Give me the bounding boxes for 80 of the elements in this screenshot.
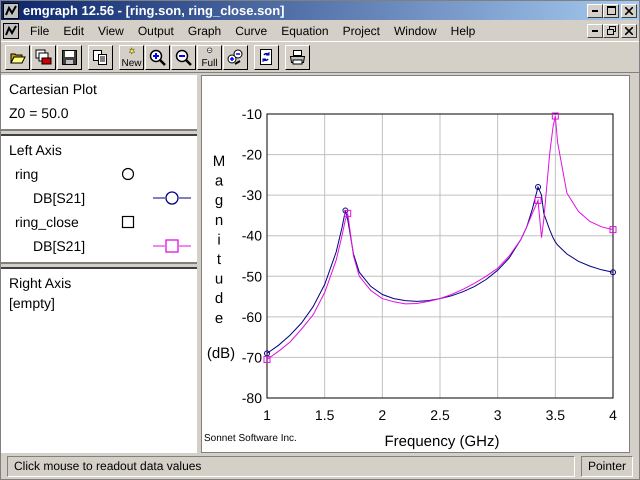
restore-button[interactable] — [603, 24, 619, 38]
restore-icon — [606, 26, 616, 35]
menu-item[interactable]: Output — [130, 24, 181, 38]
zoom-out-icon — [175, 48, 192, 66]
x-tick-label: 4 — [609, 407, 617, 423]
y-tick-label: -10 — [242, 106, 262, 122]
full-button[interactable]: Full — [197, 44, 222, 70]
y-tick-label: -80 — [242, 390, 262, 406]
document-icon — [3, 22, 19, 38]
x-tick-label: 1 — [263, 407, 271, 423]
square-marker-icon — [121, 215, 135, 229]
app-icon — [3, 2, 19, 18]
parameter-name[interactable]: DB[S21] — [33, 186, 86, 210]
menu-item[interactable]: Window — [386, 24, 444, 38]
axis-curve-list: [empty] — [9, 295, 193, 311]
minimize-icon — [592, 30, 598, 32]
close-icon — [625, 6, 633, 14]
zoom-both-button[interactable] — [223, 44, 248, 70]
y-tick-label: -40 — [242, 228, 262, 244]
x-tick-label: 3 — [494, 407, 502, 423]
axis-title: Left Axis — [9, 141, 63, 160]
menu-item[interactable]: Curve — [228, 24, 274, 38]
window-title: emgraph 12.56 - [ring.son, ring_close.son] — [23, 3, 285, 18]
x-tick-label: 2 — [378, 407, 386, 423]
y-axis-label: Magnitude — [212, 153, 226, 327]
copy-icon — [92, 48, 109, 66]
data-point-marker — [610, 269, 616, 276]
menu-item[interactable]: File — [23, 24, 56, 38]
data-point-marker — [610, 226, 616, 234]
minimize-button[interactable] — [587, 24, 603, 38]
data-point-marker — [552, 112, 559, 120]
x-tick-label: 1.5 — [314, 407, 334, 423]
y-tick-label: -30 — [242, 187, 262, 204]
parameter-name[interactable]: DB[S21] — [33, 234, 86, 258]
x-axis-label: Frequency (GHz) — [384, 433, 500, 450]
close-icon — [625, 26, 633, 34]
zoom-in-out-icon — [227, 48, 244, 66]
zoom-in-button[interactable] — [145, 44, 170, 70]
menu-item[interactable]: View — [91, 24, 131, 38]
menu-item[interactable]: Graph — [180, 24, 228, 38]
printer-icon — [289, 48, 306, 66]
refresh-icon — [258, 48, 275, 66]
status-message: Click mouse to readout data values — [7, 456, 575, 476]
save-button[interactable] — [57, 44, 82, 70]
plot-type-label: Cartesian Plot — [9, 80, 98, 99]
circle-marker-icon — [121, 167, 135, 181]
y-tick-label: -70 — [242, 349, 262, 366]
refresh-button[interactable] — [254, 44, 279, 70]
open-button[interactable] — [5, 44, 30, 70]
y-tick-label: -60 — [242, 308, 262, 325]
close-button[interactable] — [621, 4, 637, 18]
data-point-marker — [535, 184, 542, 190]
y-tick-label: -50 — [242, 268, 262, 284]
zoom-out-button[interactable] — [171, 44, 196, 70]
save-all-button[interactable] — [31, 44, 56, 70]
zoom-in-icon — [149, 48, 166, 66]
menu-item[interactable]: Edit — [56, 24, 92, 38]
x-tick-label: 3.5 — [546, 407, 566, 423]
menu-item[interactable]: Project — [336, 24, 387, 38]
impedance-label: Z0 = 50.0 — [9, 104, 70, 123]
print-button[interactable] — [285, 44, 310, 70]
menu-item[interactable]: Help — [444, 24, 482, 38]
y-tick-label: -20 — [242, 146, 262, 163]
documents-icon — [35, 48, 52, 66]
maximize-icon — [606, 6, 616, 15]
menu-item[interactable]: Equation — [274, 24, 336, 38]
minimize-button[interactable] — [587, 4, 603, 18]
new-button[interactable]: New — [119, 44, 144, 70]
x-tick-label: 2.5 — [430, 407, 450, 423]
status-mode: Pointer — [580, 456, 633, 476]
curve-name[interactable]: ring — [15, 162, 121, 186]
axis-title: Right Axis — [9, 274, 72, 293]
minimize-icon — [592, 10, 598, 12]
y-axis-unit: (dB) — [206, 345, 236, 362]
close-button[interactable] — [621, 24, 637, 38]
copy-button[interactable] — [88, 44, 113, 70]
curve-name[interactable]: ring_close — [15, 210, 121, 234]
data-point-marker — [534, 196, 542, 204]
credit-text: Sonnet Software Inc. — [204, 433, 297, 444]
maximize-button[interactable] — [603, 4, 619, 18]
